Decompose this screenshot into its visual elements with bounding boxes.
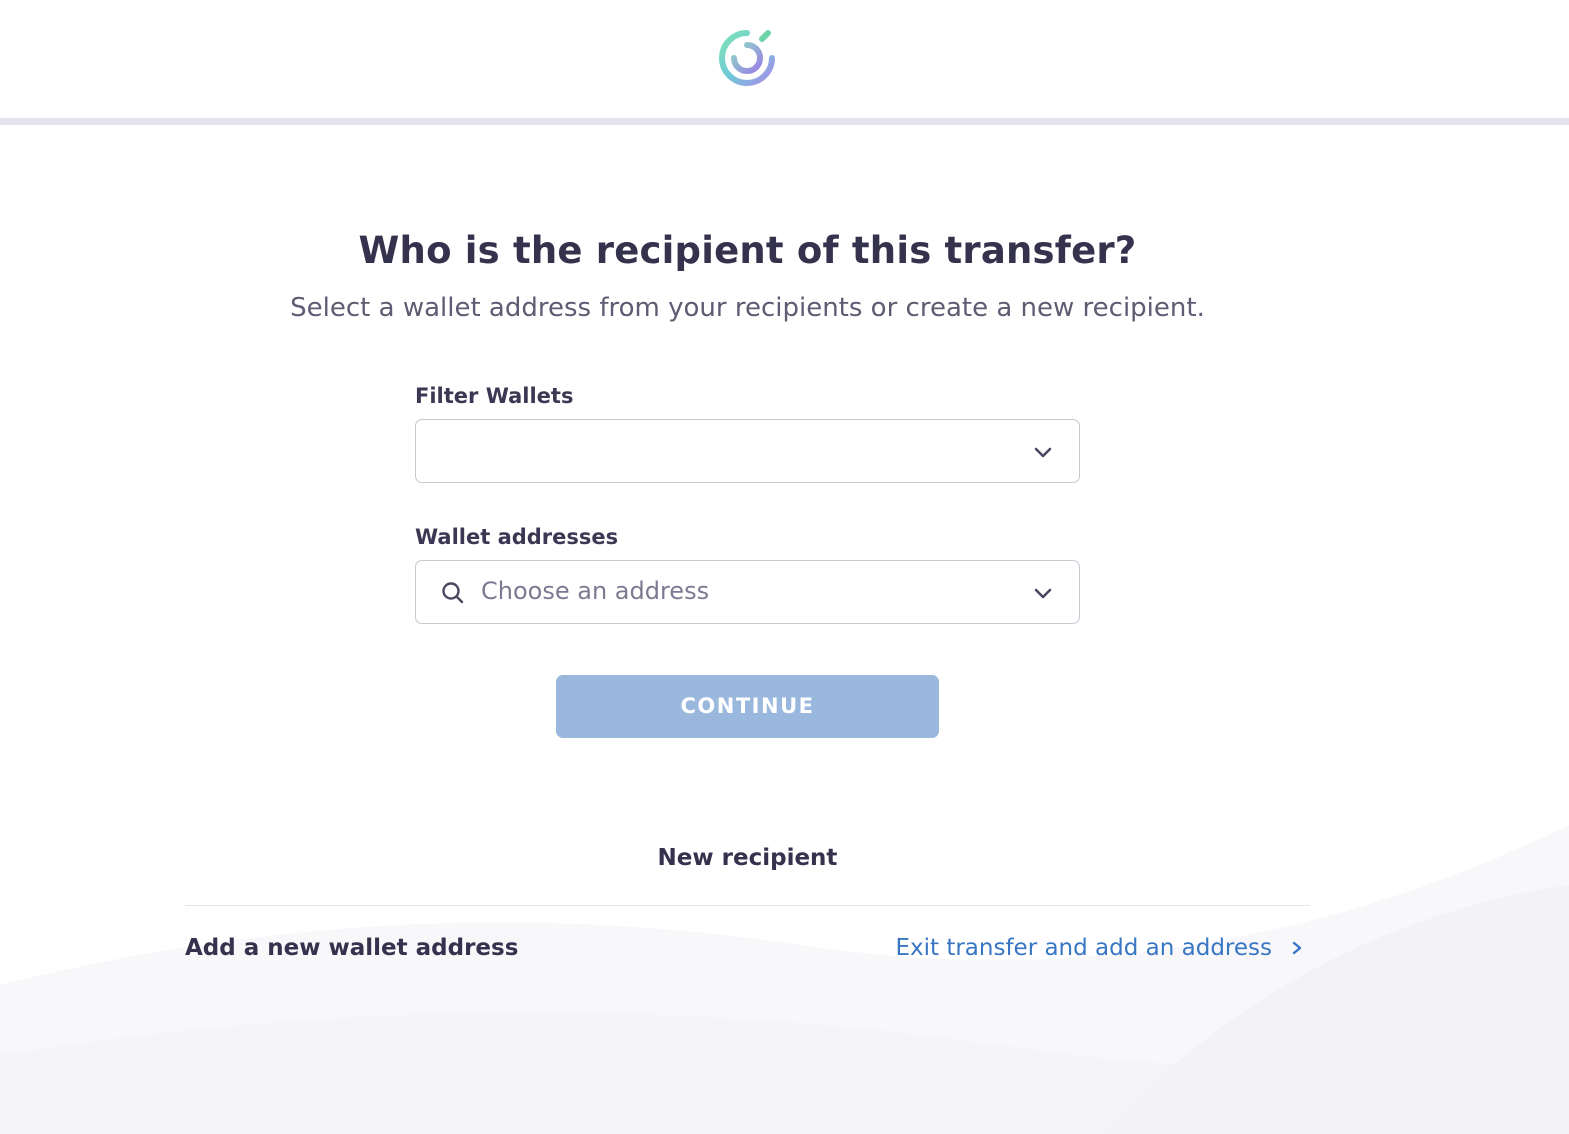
- filter-wallets-label: Filter Wallets: [415, 384, 574, 408]
- chevron-right-icon: [1292, 941, 1302, 955]
- section-divider: [185, 905, 1310, 906]
- background-decoration: [0, 125, 1569, 1134]
- new-recipient-title: New recipient: [657, 845, 838, 871]
- chevron-down-icon: [1034, 447, 1052, 458]
- header-divider: [0, 118, 1569, 125]
- continue-button[interactable]: CONTINUE: [556, 675, 939, 738]
- wallet-address-select[interactable]: Choose an address: [415, 560, 1080, 624]
- filter-wallets-select[interactable]: [415, 419, 1080, 483]
- page-title: Who is the recipient of this transfer?: [358, 229, 1137, 272]
- wallet-address-placeholder: Choose an address: [481, 577, 710, 605]
- exit-transfer-link[interactable]: Exit transfer and add an address: [895, 935, 1304, 961]
- exit-transfer-link-label: Exit transfer and add an address: [895, 935, 1272, 961]
- top-bar: [0, 0, 1569, 118]
- circle-logo-icon: [719, 30, 775, 86]
- add-wallet-address-label: Add a new wallet address: [185, 935, 519, 961]
- page-subtitle: Select a wallet address from your recipi…: [290, 293, 1205, 323]
- wallet-addresses-label: Wallet addresses: [415, 525, 619, 549]
- chevron-down-icon: [1034, 588, 1052, 599]
- search-icon: [442, 582, 464, 604]
